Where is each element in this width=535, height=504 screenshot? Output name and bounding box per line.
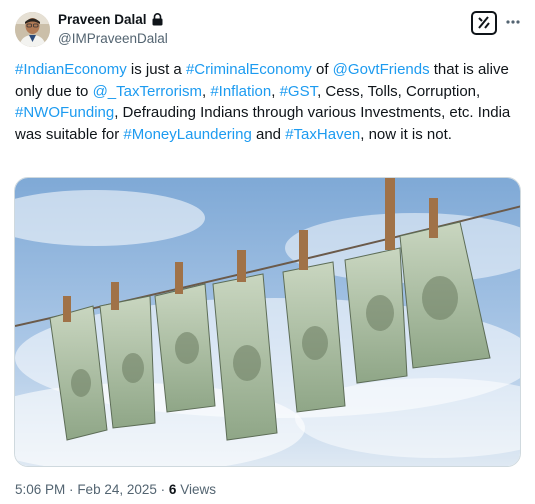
- views-label: Views: [180, 482, 216, 497]
- post-time[interactable]: 5:06 PM: [15, 482, 65, 497]
- post-image[interactable]: [14, 177, 521, 467]
- hashtag-link[interactable]: #GST: [280, 83, 318, 100]
- post-text-segment: , Cess, Tolls, Corruption,: [317, 82, 481, 100]
- author-handle[interactable]: @IMPraveenDalal: [58, 31, 168, 46]
- meta-separator: ·: [160, 482, 166, 497]
- hashtag-link[interactable]: #Inflation: [210, 83, 271, 100]
- hashtag-link[interactable]: #TaxHaven: [285, 126, 360, 143]
- views-count: 6: [168, 482, 177, 497]
- author-block: Praveen Dalal @IMPraveenDalal: [58, 10, 168, 47]
- hashtag-link[interactable]: #IndianEconomy: [15, 61, 127, 78]
- author-name-row: Praveen Dalal: [58, 10, 168, 28]
- mention-link[interactable]: @GovtFriends: [333, 61, 430, 78]
- mention-link[interactable]: @_TaxTerrorism: [93, 83, 202, 100]
- more-options-icon[interactable]: [505, 12, 521, 32]
- lock-icon: [152, 12, 163, 26]
- hashtag-link[interactable]: #NWOFunding: [15, 104, 114, 121]
- post-text-segment: and: [251, 125, 286, 143]
- hashtag-link[interactable]: #MoneyLaundering: [123, 126, 251, 143]
- post-text: #IndianEconomy is just a #CriminalEconom…: [15, 59, 520, 145]
- post-meta: 5:06 PM · Feb 24, 2025 · 6 Views: [15, 482, 216, 497]
- hashtag-link[interactable]: #CriminalEconomy: [186, 61, 312, 78]
- post-text-segment: ,: [271, 82, 280, 100]
- grok-icon[interactable]: [471, 11, 497, 35]
- post-date[interactable]: Feb 24, 2025: [77, 482, 157, 497]
- author-name[interactable]: Praveen Dalal: [58, 12, 147, 27]
- meta-separator: ·: [69, 482, 74, 497]
- avatar[interactable]: [15, 12, 50, 47]
- post-text-segment: , now it is not.: [360, 125, 452, 143]
- post-text-segment: is just a: [126, 61, 186, 78]
- post-text-segment: of: [311, 61, 333, 78]
- tweet-card: Praveen Dalal @IMPraveenDalal #IndianEco…: [0, 0, 535, 504]
